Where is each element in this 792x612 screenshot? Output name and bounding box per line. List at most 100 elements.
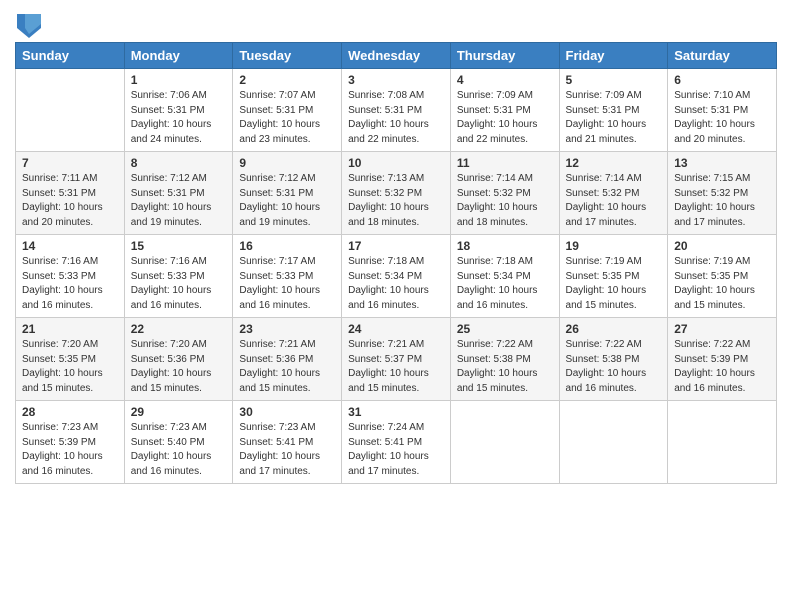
day-number: 14 [22, 239, 118, 253]
calendar-cell: 7 Sunrise: 7:11 AM Sunset: 5:31 PM Daylig… [16, 152, 125, 235]
week-row-5: 28 Sunrise: 7:23 AM Sunset: 5:39 PM Dayli… [16, 401, 777, 484]
calendar-cell: 4 Sunrise: 7:09 AM Sunset: 5:31 PM Daylig… [450, 69, 559, 152]
day-info: Sunrise: 7:16 AM Sunset: 5:33 PM Dayligh… [131, 255, 227, 313]
calendar-cell [16, 69, 125, 152]
day-number: 23 [239, 322, 335, 336]
day-info: Sunrise: 7:11 AM Sunset: 5:31 PM Dayligh… [22, 172, 118, 230]
calendar-cell: 11 Sunrise: 7:14 AM Sunset: 5:32 PM Dayli… [450, 152, 559, 235]
day-info: Sunrise: 7:19 AM Sunset: 5:35 PM Dayligh… [566, 255, 662, 313]
day-info: Sunrise: 7:23 AM Sunset: 5:41 PM Dayligh… [239, 421, 335, 479]
calendar-cell: 29 Sunrise: 7:23 AM Sunset: 5:40 PM Dayli… [124, 401, 233, 484]
day-number: 5 [566, 73, 662, 87]
day-number: 11 [457, 156, 553, 170]
day-number: 29 [131, 405, 227, 419]
day-number: 30 [239, 405, 335, 419]
day-number: 25 [457, 322, 553, 336]
day-info: Sunrise: 7:19 AM Sunset: 5:35 PM Dayligh… [674, 255, 770, 313]
day-info: Sunrise: 7:09 AM Sunset: 5:31 PM Dayligh… [566, 89, 662, 147]
day-info: Sunrise: 7:22 AM Sunset: 5:38 PM Dayligh… [566, 338, 662, 396]
calendar-cell: 10 Sunrise: 7:13 AM Sunset: 5:32 PM Dayli… [342, 152, 451, 235]
day-number: 21 [22, 322, 118, 336]
calendar-cell: 26 Sunrise: 7:22 AM Sunset: 5:38 PM Dayli… [559, 318, 668, 401]
day-number: 19 [566, 239, 662, 253]
day-info: Sunrise: 7:14 AM Sunset: 5:32 PM Dayligh… [457, 172, 553, 230]
calendar-cell: 3 Sunrise: 7:08 AM Sunset: 5:31 PM Daylig… [342, 69, 451, 152]
calendar-cell: 22 Sunrise: 7:20 AM Sunset: 5:36 PM Dayli… [124, 318, 233, 401]
day-number: 4 [457, 73, 553, 87]
day-info: Sunrise: 7:18 AM Sunset: 5:34 PM Dayligh… [457, 255, 553, 313]
day-number: 10 [348, 156, 444, 170]
calendar-cell: 18 Sunrise: 7:18 AM Sunset: 5:34 PM Dayli… [450, 235, 559, 318]
week-row-4: 21 Sunrise: 7:20 AM Sunset: 5:35 PM Dayli… [16, 318, 777, 401]
week-row-2: 7 Sunrise: 7:11 AM Sunset: 5:31 PM Daylig… [16, 152, 777, 235]
day-number: 3 [348, 73, 444, 87]
day-info: Sunrise: 7:20 AM Sunset: 5:35 PM Dayligh… [22, 338, 118, 396]
day-info: Sunrise: 7:07 AM Sunset: 5:31 PM Dayligh… [239, 89, 335, 147]
weekday-header-wednesday: Wednesday [342, 43, 451, 69]
calendar-cell: 21 Sunrise: 7:20 AM Sunset: 5:35 PM Dayli… [16, 318, 125, 401]
day-info: Sunrise: 7:22 AM Sunset: 5:39 PM Dayligh… [674, 338, 770, 396]
day-number: 12 [566, 156, 662, 170]
weekday-header-tuesday: Tuesday [233, 43, 342, 69]
day-number: 6 [674, 73, 770, 87]
day-number: 26 [566, 322, 662, 336]
logo-icon [17, 14, 41, 38]
calendar-cell: 8 Sunrise: 7:12 AM Sunset: 5:31 PM Daylig… [124, 152, 233, 235]
day-info: Sunrise: 7:10 AM Sunset: 5:31 PM Dayligh… [674, 89, 770, 147]
calendar-cell: 27 Sunrise: 7:22 AM Sunset: 5:39 PM Dayli… [668, 318, 777, 401]
day-info: Sunrise: 7:18 AM Sunset: 5:34 PM Dayligh… [348, 255, 444, 313]
calendar-cell: 31Sunrise: 7:24 AM Sunset: 5:41 PM Dayli… [342, 401, 451, 484]
day-info: Sunrise: 7:16 AM Sunset: 5:33 PM Dayligh… [22, 255, 118, 313]
weekday-header-thursday: Thursday [450, 43, 559, 69]
day-info: Sunrise: 7:17 AM Sunset: 5:33 PM Dayligh… [239, 255, 335, 313]
day-number: 8 [131, 156, 227, 170]
day-info: Sunrise: 7:24 AM Sunset: 5:41 PM Dayligh… [348, 421, 444, 479]
calendar-cell: 20 Sunrise: 7:19 AM Sunset: 5:35 PM Dayli… [668, 235, 777, 318]
week-row-3: 14 Sunrise: 7:16 AM Sunset: 5:33 PM Dayli… [16, 235, 777, 318]
calendar-cell: 15Sunrise: 7:16 AM Sunset: 5:33 PM Dayli… [124, 235, 233, 318]
weekday-header-friday: Friday [559, 43, 668, 69]
day-info: Sunrise: 7:23 AM Sunset: 5:39 PM Dayligh… [22, 421, 118, 479]
calendar-page: SundayMondayTuesdayWednesdayThursdayFrid… [0, 0, 792, 612]
day-number: 22 [131, 322, 227, 336]
day-number: 27 [674, 322, 770, 336]
calendar-cell: 6 Sunrise: 7:10 AM Sunset: 5:31 PM Daylig… [668, 69, 777, 152]
day-number: 13 [674, 156, 770, 170]
calendar-cell [450, 401, 559, 484]
weekday-header-sunday: Sunday [16, 43, 125, 69]
day-number: 20 [674, 239, 770, 253]
day-info: Sunrise: 7:09 AM Sunset: 5:31 PM Dayligh… [457, 89, 553, 147]
day-number: 1 [131, 73, 227, 87]
calendar-cell: 14 Sunrise: 7:16 AM Sunset: 5:33 PM Dayli… [16, 235, 125, 318]
day-info: Sunrise: 7:20 AM Sunset: 5:36 PM Dayligh… [131, 338, 227, 396]
day-info: Sunrise: 7:15 AM Sunset: 5:32 PM Dayligh… [674, 172, 770, 230]
day-number: 16 [239, 239, 335, 253]
calendar-cell: 2 Sunrise: 7:07 AM Sunset: 5:31 PM Daylig… [233, 69, 342, 152]
day-number: 28 [22, 405, 118, 419]
weekday-header-row: SundayMondayTuesdayWednesdayThursdayFrid… [16, 43, 777, 69]
header [15, 10, 777, 38]
calendar-cell: 12 Sunrise: 7:14 AM Sunset: 5:32 PM Dayli… [559, 152, 668, 235]
day-info: Sunrise: 7:13 AM Sunset: 5:32 PM Dayligh… [348, 172, 444, 230]
day-info: Sunrise: 7:23 AM Sunset: 5:40 PM Dayligh… [131, 421, 227, 479]
day-number: 18 [457, 239, 553, 253]
day-info: Sunrise: 7:22 AM Sunset: 5:38 PM Dayligh… [457, 338, 553, 396]
weekday-header-saturday: Saturday [668, 43, 777, 69]
day-info: Sunrise: 7:06 AM Sunset: 5:31 PM Dayligh… [131, 89, 227, 147]
day-number: 7 [22, 156, 118, 170]
calendar-cell: 1 Sunrise: 7:06 AM Sunset: 5:31 PM Daylig… [124, 69, 233, 152]
calendar-cell: 19 Sunrise: 7:19 AM Sunset: 5:35 PM Dayli… [559, 235, 668, 318]
calendar-cell: 25 Sunrise: 7:22 AM Sunset: 5:38 PM Dayli… [450, 318, 559, 401]
calendar-table: SundayMondayTuesdayWednesdayThursdayFrid… [15, 42, 777, 484]
day-number: 2 [239, 73, 335, 87]
day-number: 17 [348, 239, 444, 253]
day-info: Sunrise: 7:14 AM Sunset: 5:32 PM Dayligh… [566, 172, 662, 230]
day-info: Sunrise: 7:21 AM Sunset: 5:36 PM Dayligh… [239, 338, 335, 396]
calendar-cell: 13 Sunrise: 7:15 AM Sunset: 5:32 PM Dayli… [668, 152, 777, 235]
week-row-1: 1 Sunrise: 7:06 AM Sunset: 5:31 PM Daylig… [16, 69, 777, 152]
day-info: Sunrise: 7:08 AM Sunset: 5:31 PM Dayligh… [348, 89, 444, 147]
weekday-header-monday: Monday [124, 43, 233, 69]
day-info: Sunrise: 7:12 AM Sunset: 5:31 PM Dayligh… [131, 172, 227, 230]
calendar-cell [559, 401, 668, 484]
calendar-cell: 16 Sunrise: 7:17 AM Sunset: 5:33 PM Dayli… [233, 235, 342, 318]
